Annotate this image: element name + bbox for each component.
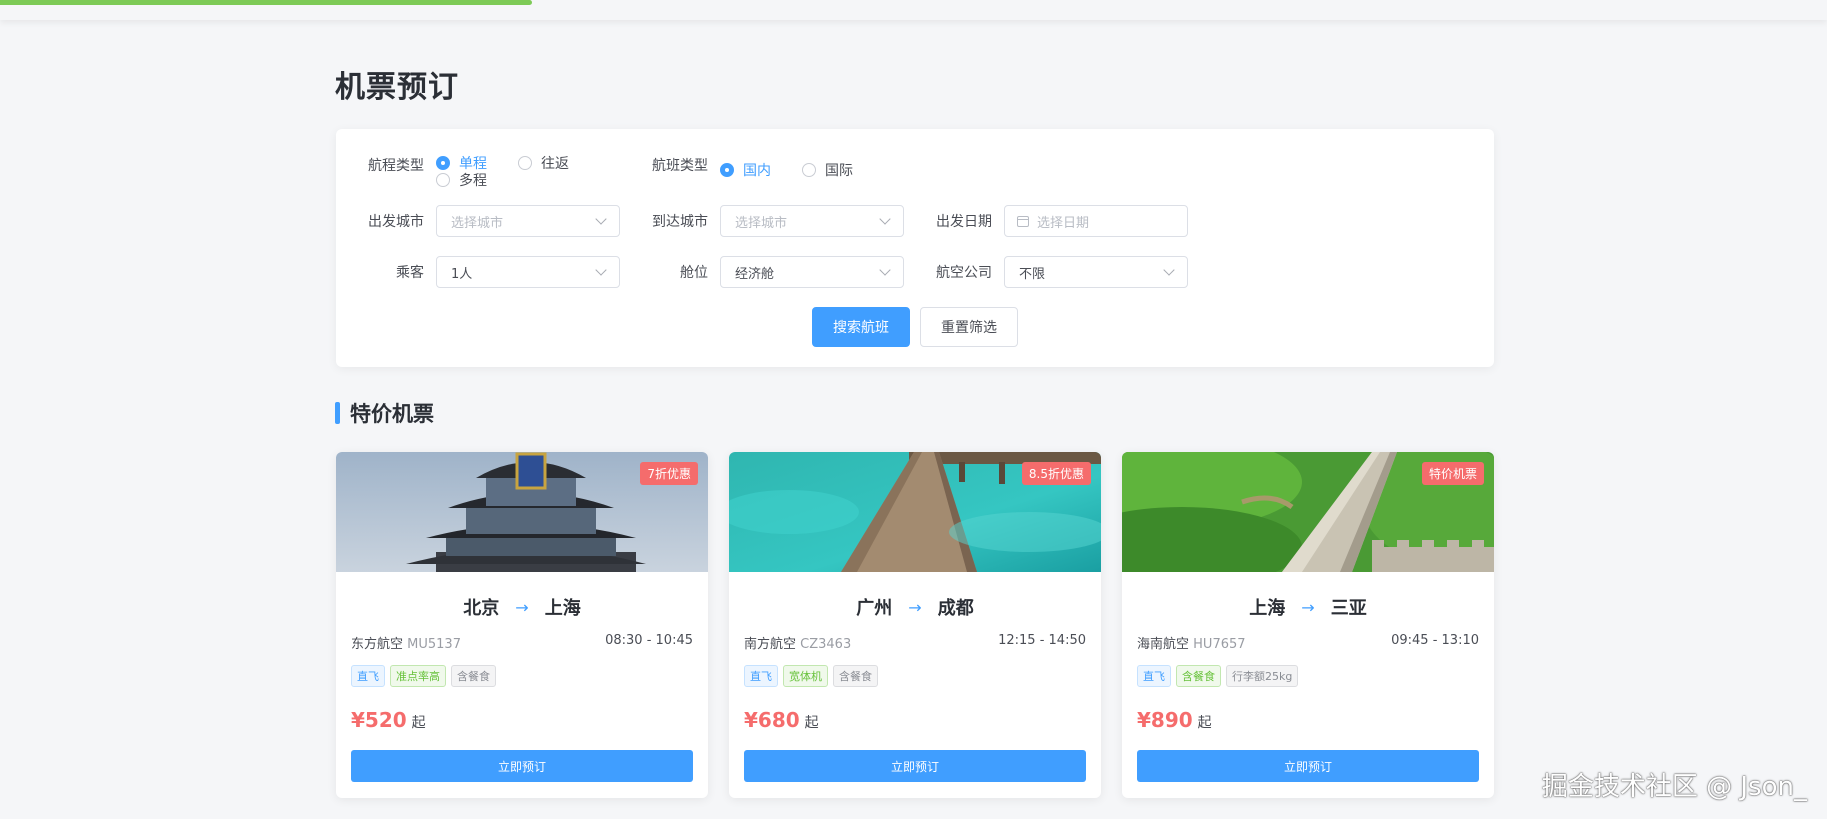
- radio-dot-icon: [802, 163, 816, 177]
- watermark: 掘金技术社区 @ Json_: [1541, 772, 1807, 802]
- radio-multi-city[interactable]: 多程: [436, 170, 487, 190]
- tag: 准点率高: [390, 665, 446, 687]
- chevron-down-icon: [879, 213, 891, 225]
- book-now-button[interactable]: 立即预订: [1137, 750, 1479, 782]
- book-now-button[interactable]: 立即预订: [744, 750, 1086, 782]
- top-bar: [0, 0, 1827, 20]
- loading-progress-bar: [0, 0, 532, 5]
- price: ¥520 起: [351, 708, 426, 732]
- search-flights-button[interactable]: 搜索航班: [812, 307, 910, 347]
- radio-dot-icon: [436, 173, 450, 187]
- depart-city-label: 出发城市: [368, 214, 424, 230]
- section-accent-bar: [335, 402, 340, 424]
- chevron-down-icon: [595, 264, 607, 276]
- destination-city: 上海: [544, 598, 581, 619]
- radio-domestic[interactable]: 国内: [720, 160, 771, 180]
- tag: 直飞: [744, 665, 778, 687]
- section-title: 特价机票: [335, 400, 434, 426]
- tag: 含餐食: [833, 665, 878, 687]
- origin-city: 广州: [856, 598, 893, 619]
- tag: 含餐食: [451, 665, 496, 687]
- chevron-down-icon: [595, 213, 607, 225]
- depart-date-label: 出发日期: [936, 214, 992, 230]
- deal-card: 7折优惠 北京 → 上海 东方航空 MU5137 08:30 - 10:45 直…: [336, 452, 708, 798]
- cabin-label: 舱位: [680, 265, 708, 281]
- price: ¥890 起: [1137, 708, 1212, 732]
- arrow-right-icon: →: [1301, 597, 1315, 617]
- tag: 宽体机: [783, 665, 828, 687]
- airline-info: 海南航空 HU7657: [1137, 637, 1246, 652]
- reset-filters-button[interactable]: 重置筛选: [920, 307, 1018, 347]
- search-panel: 航程类型 单程 往返 多程 航班类型 国内 国际 出发城市 选择城市 到达城市 …: [336, 129, 1494, 367]
- flight-time: 12:15 - 14:50: [998, 633, 1086, 648]
- passengers-select[interactable]: 1人: [436, 256, 620, 288]
- flight-time: 09:45 - 13:10: [1391, 633, 1479, 648]
- arrow-right-icon: →: [908, 597, 922, 617]
- flight-route: 广州 → 成都: [729, 594, 1101, 620]
- trip-type-label: 航程类型: [368, 158, 424, 174]
- page-title: 机票预订: [335, 70, 459, 105]
- airline-select[interactable]: 不限: [1004, 256, 1188, 288]
- depart-city-select[interactable]: 选择城市: [436, 205, 620, 237]
- calendar-icon: [1017, 215, 1029, 227]
- flight-tags: 直飞 含餐食 行李额25kg: [1137, 665, 1299, 687]
- tag: 含餐食: [1176, 665, 1221, 687]
- radio-dot-icon: [720, 163, 734, 177]
- origin-city: 上海: [1249, 598, 1286, 619]
- arrow-right-icon: →: [515, 597, 529, 617]
- radio-international[interactable]: 国际: [802, 160, 853, 180]
- deal-card: 8.5折优惠 广州 → 成都 南方航空 CZ3463 12:15 - 14:50…: [729, 452, 1101, 798]
- discount-badge: 特价机票: [1421, 462, 1484, 485]
- cabin-select[interactable]: 经济舱: [720, 256, 904, 288]
- arrive-city-select[interactable]: 选择城市: [720, 205, 904, 237]
- discount-badge: 8.5折优惠: [1021, 462, 1091, 485]
- airline-info: 东方航空 MU5137: [351, 637, 461, 652]
- price: ¥680 起: [744, 708, 819, 732]
- airline-label: 航空公司: [936, 265, 992, 281]
- flight-route: 上海 → 三亚: [1122, 594, 1494, 620]
- flight-time: 08:30 - 10:45: [605, 633, 693, 648]
- passengers-label: 乘客: [396, 265, 424, 281]
- flight-tags: 直飞 准点率高 含餐食: [351, 665, 496, 687]
- depart-date-picker[interactable]: 选择日期: [1004, 205, 1188, 237]
- flight-route: 北京 → 上海: [336, 594, 708, 620]
- flight-number: HU7657: [1193, 637, 1246, 652]
- flight-number: MU5137: [407, 637, 461, 652]
- airline-info: 南方航空 CZ3463: [744, 637, 852, 652]
- discount-badge: 7折优惠: [640, 462, 698, 485]
- origin-city: 北京: [463, 598, 500, 619]
- book-now-button[interactable]: 立即预订: [351, 750, 693, 782]
- flight-type-label: 航班类型: [652, 158, 708, 174]
- flight-number: CZ3463: [800, 637, 852, 652]
- tag: 直飞: [351, 665, 385, 687]
- tag: 直飞: [1137, 665, 1171, 687]
- radio-dot-icon: [518, 156, 532, 170]
- tag: 行李额25kg: [1226, 665, 1299, 687]
- flight-tags: 直飞 宽体机 含餐食: [744, 665, 878, 687]
- destination-city: 成都: [937, 598, 974, 619]
- chevron-down-icon: [1163, 264, 1175, 276]
- radio-round-trip[interactable]: 往返: [518, 153, 569, 173]
- chevron-down-icon: [879, 264, 891, 276]
- radio-dot-icon: [436, 156, 450, 170]
- deal-card: 特价机票 上海 → 三亚 海南航空 HU7657 09:45 - 13:10 直…: [1122, 452, 1494, 798]
- arrive-city-label: 到达城市: [652, 214, 708, 230]
- destination-city: 三亚: [1330, 598, 1367, 619]
